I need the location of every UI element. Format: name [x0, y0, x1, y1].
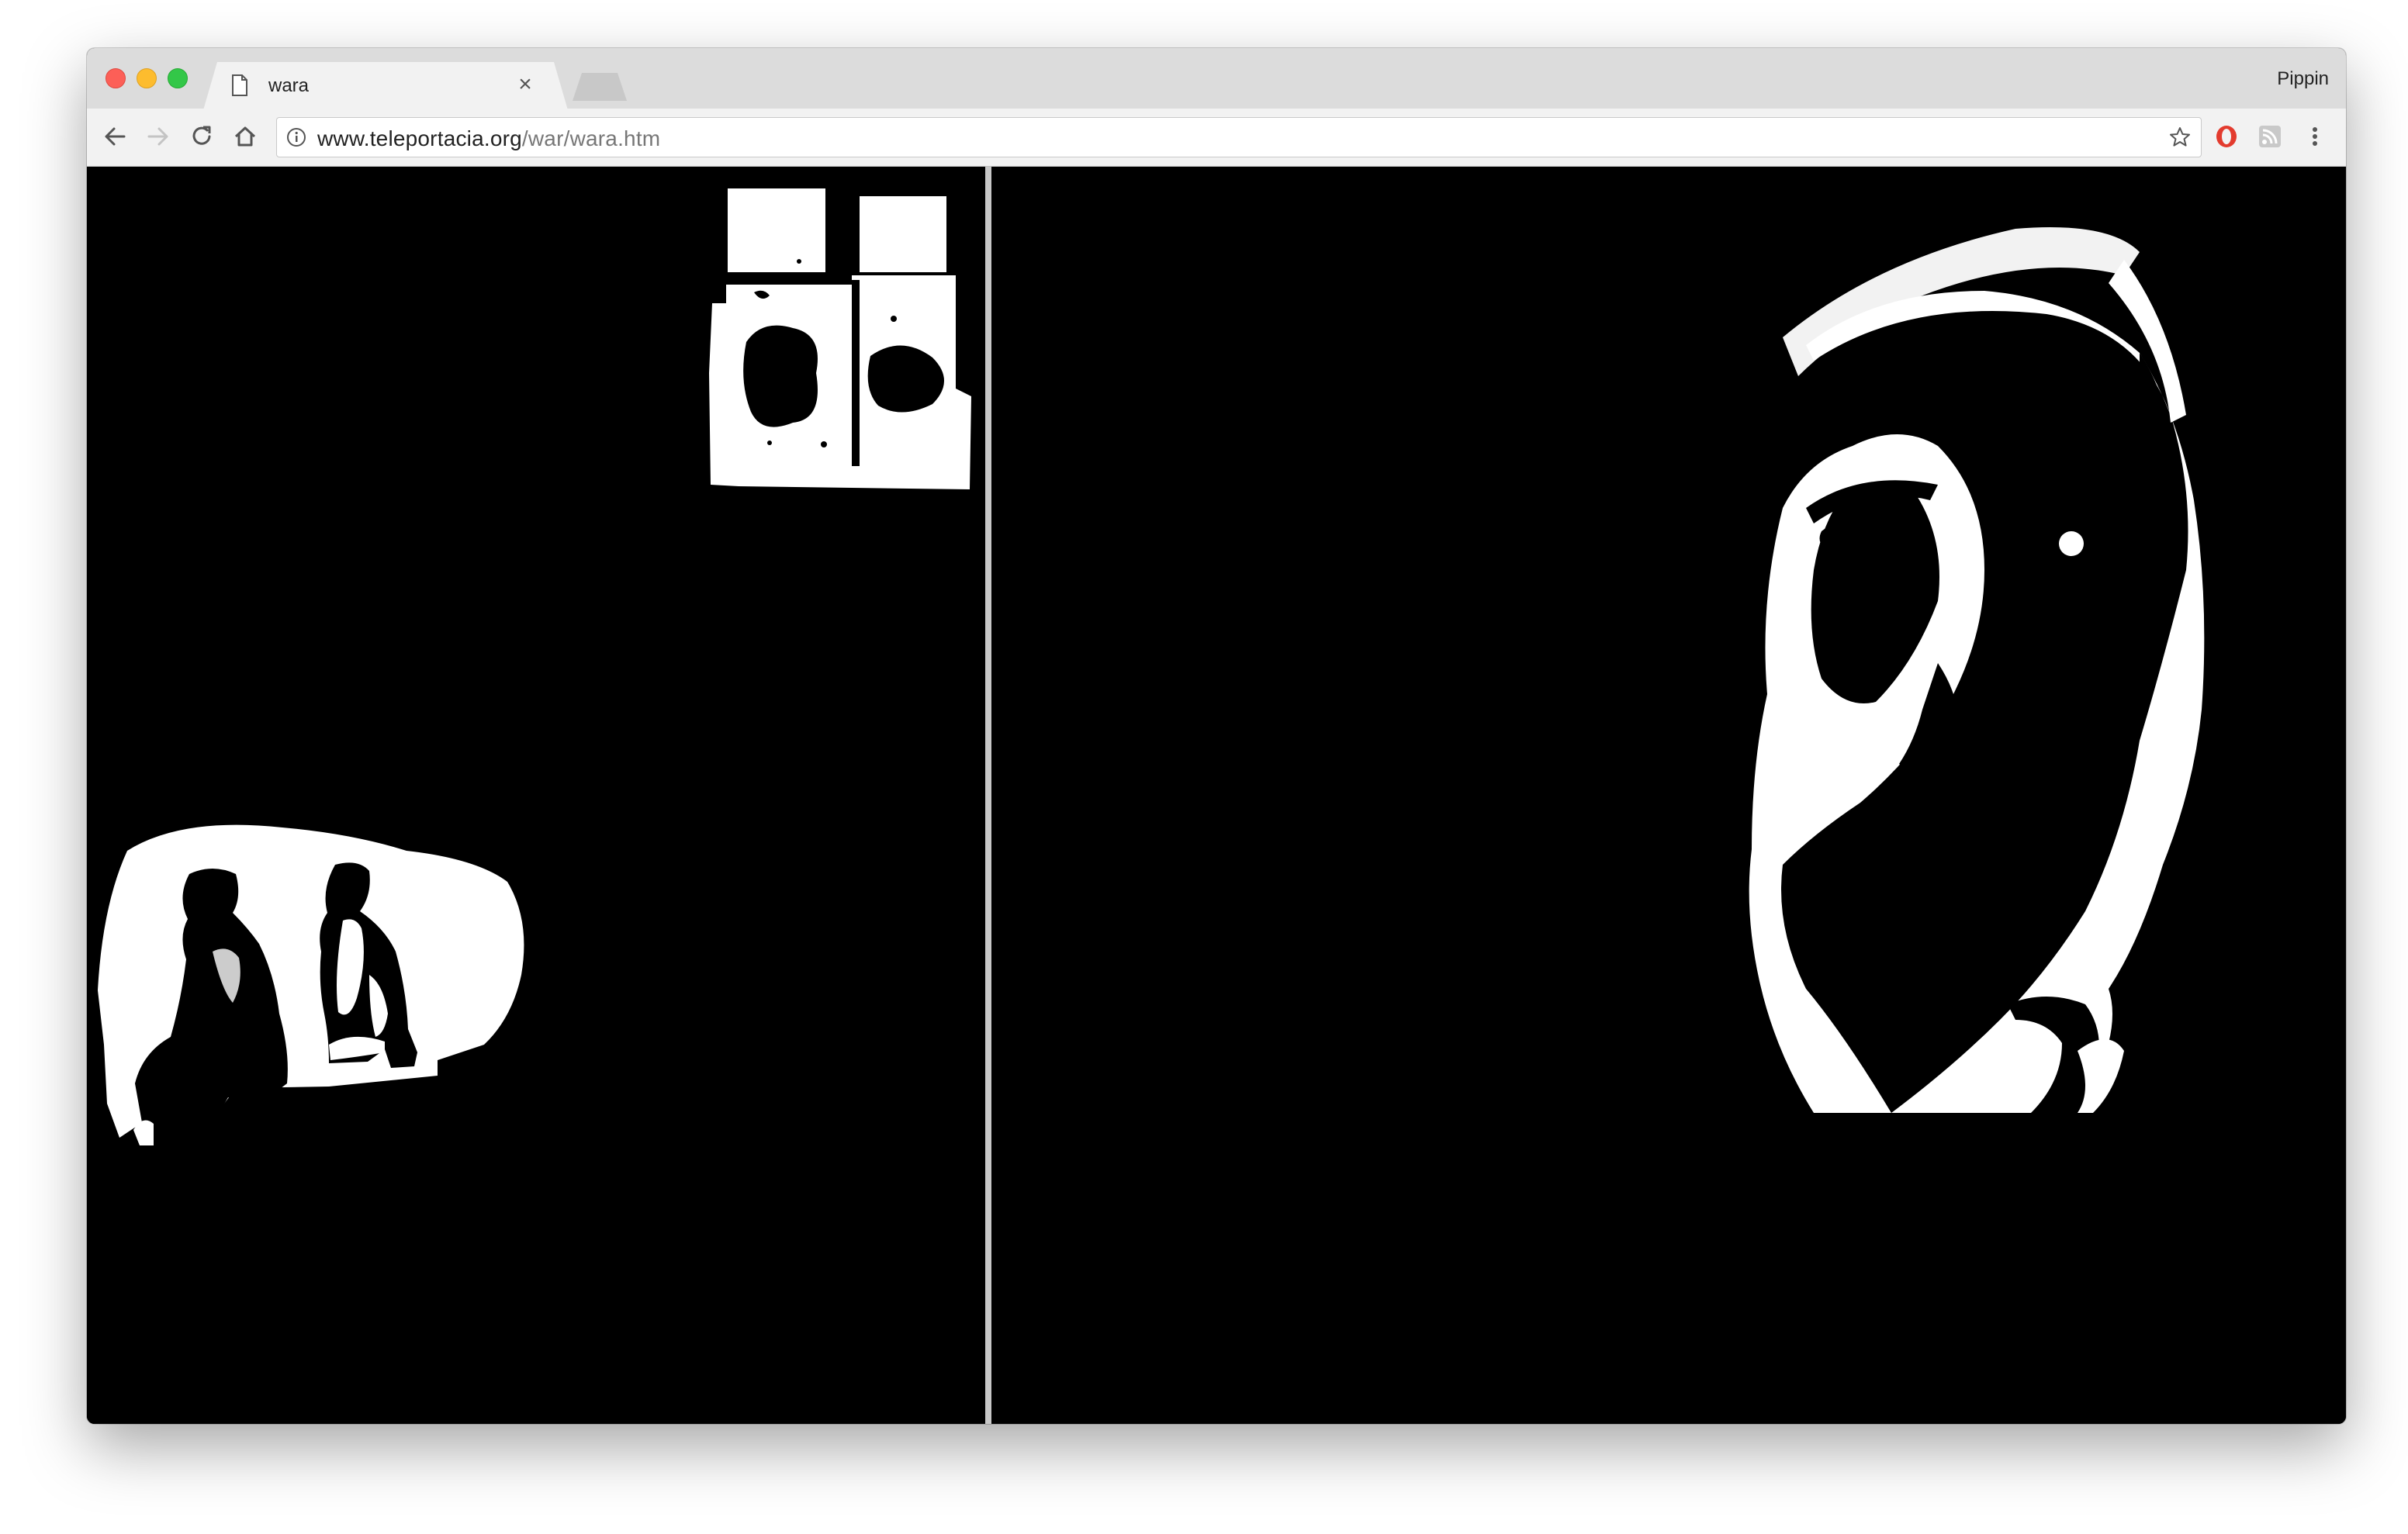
url-host: www.teleportacia.org — [317, 126, 522, 150]
address-bar[interactable]: www.teleportacia.org/war/wara.htm — [276, 117, 2202, 157]
forward-arrow-icon[interactable] — [144, 123, 172, 150]
right-frame — [991, 167, 2346, 1424]
close-window-button[interactable] — [106, 68, 126, 88]
frame-divider[interactable] — [985, 167, 991, 1424]
menu-dots-icon[interactable] — [2302, 124, 2327, 149]
maximize-window-button[interactable] — [168, 68, 188, 88]
left-frame — [87, 167, 985, 1424]
browser-window: wara × Pippin www.teleportacia.org/war/w… — [87, 48, 2346, 1424]
profile-name[interactable]: Pippin — [2277, 68, 2329, 90]
two-figures-image — [98, 824, 524, 1145]
url-path: /war/wara.htm — [521, 126, 661, 150]
rss-icon[interactable] — [2258, 124, 2282, 149]
back-arrow-icon[interactable] — [101, 123, 129, 150]
toolbar: www.teleportacia.org/war/wara.htm — [87, 109, 2346, 167]
tab-wara[interactable]: wara × — [203, 62, 568, 110]
info-icon[interactable] — [286, 127, 306, 147]
tab-title: wara — [268, 75, 310, 96]
face-portrait-image — [1749, 227, 2205, 1113]
new-tab-button[interactable] — [573, 73, 627, 101]
tab-bar: wara × Pippin — [87, 48, 2346, 109]
home-icon[interactable] — [231, 123, 259, 150]
bookmark-star-icon[interactable] — [2168, 126, 2192, 149]
minimize-window-button[interactable] — [137, 68, 157, 88]
page-icon — [231, 74, 248, 96]
reload-icon[interactable] — [188, 123, 216, 150]
tab-close-icon[interactable]: × — [514, 71, 537, 98]
page-content — [87, 167, 2346, 1424]
url-text[interactable]: www.teleportacia.org/war/wara.htm — [317, 126, 660, 151]
opera-icon[interactable] — [2214, 124, 2239, 149]
